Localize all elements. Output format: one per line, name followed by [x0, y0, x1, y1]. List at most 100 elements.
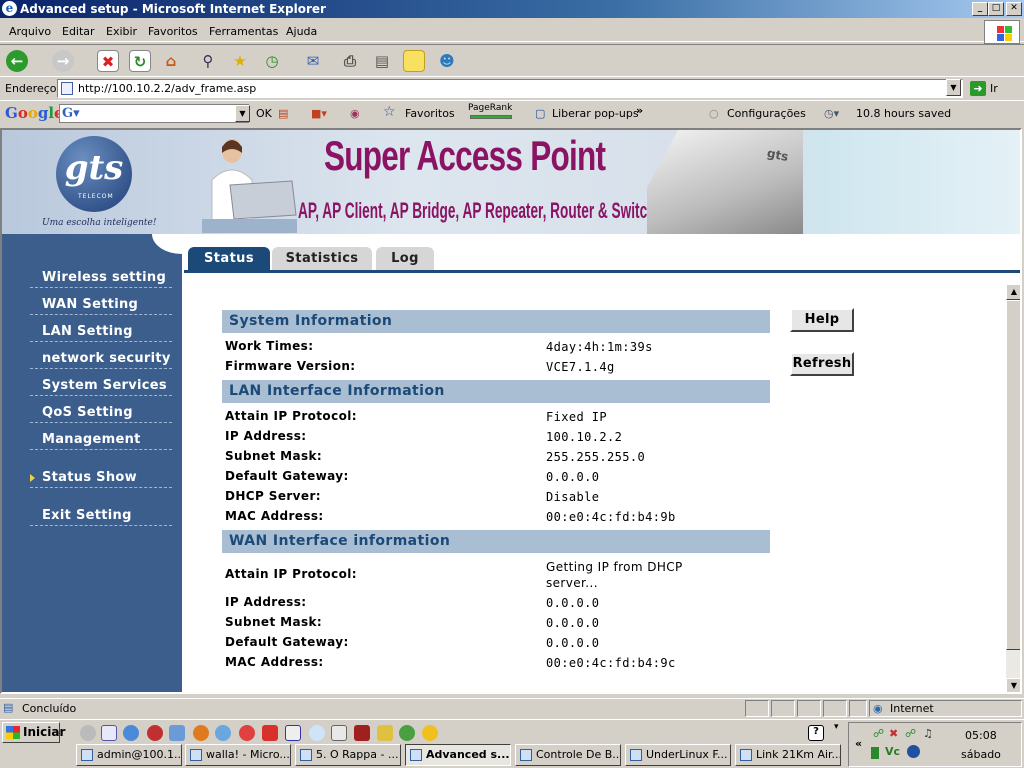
taskbar-item[interactable]: Controle De B... — [515, 744, 621, 766]
back-icon[interactable]: ← — [6, 50, 28, 72]
settings-gear-icon[interactable]: ○ — [709, 107, 719, 120]
quicklaunch-icon[interactable] — [80, 725, 96, 741]
bookmark-star-icon[interactable]: ☆ — [383, 104, 396, 120]
taskbar-item[interactable]: UnderLinux F... — [625, 744, 731, 766]
quicklaunch-icon[interactable] — [309, 725, 325, 741]
sidebar-item-qos-setting[interactable]: QoS Setting — [30, 405, 172, 423]
forward-icon[interactable]: → — [52, 50, 74, 72]
close-button[interactable]: ✕ — [1006, 2, 1022, 16]
quicklaunch-icon[interactable] — [354, 725, 370, 741]
taskbar-grip-icon[interactable]: ▾ — [834, 722, 839, 732]
google-g-icon: G▾ — [62, 106, 80, 121]
scroll-thumb[interactable] — [1006, 300, 1020, 650]
refresh-icon[interactable]: ↻ — [129, 50, 151, 72]
config-button[interactable]: Configurações — [727, 107, 806, 120]
tab-log[interactable]: Log — [376, 247, 434, 271]
sidebar-item-lan-setting[interactable]: LAN Setting — [30, 324, 172, 342]
network-error-icon[interactable]: ✖ — [889, 727, 898, 740]
google-search-dropdown[interactable]: ▼ — [235, 105, 250, 122]
quicklaunch-icon[interactable] — [147, 725, 163, 741]
quicklaunch-icon[interactable] — [399, 725, 415, 741]
menu-editar[interactable]: Editar — [62, 25, 95, 38]
taskbar-item[interactable]: 5. O Rappa - ... — [295, 744, 401, 766]
maximize-button[interactable]: □ — [988, 2, 1004, 16]
minimize-button[interactable]: _ — [972, 2, 988, 16]
popup-blocker-button[interactable]: Liberar pop-ups — [552, 107, 639, 120]
quicklaunch-icon[interactable] — [169, 725, 185, 741]
sidebar-item-wan-setting[interactable]: WAN Setting — [30, 297, 172, 315]
menu-ferramentas[interactable]: Ferramentas — [209, 25, 278, 38]
quicklaunch-icon[interactable] — [239, 725, 255, 741]
edit-icon[interactable]: ▤ — [371, 50, 393, 72]
sidebar-item-network-security[interactable]: network security — [30, 351, 172, 369]
hours-saved-label: 10.8 hours saved — [856, 107, 952, 120]
taskbar-item[interactable]: admin@100.1... — [76, 744, 182, 766]
search-icon[interactable]: ⚲ — [197, 50, 219, 72]
network-icon[interactable]: ☍ — [905, 727, 916, 740]
vertical-scrollbar[interactable]: ▲ ▼ — [1006, 284, 1020, 692]
menu-arquivo[interactable]: Arquivo — [9, 25, 51, 38]
print-icon[interactable]: ⎙ — [339, 50, 361, 72]
quicklaunch-icon[interactable] — [331, 725, 347, 741]
start-button[interactable]: Iniciar — [2, 722, 65, 743]
quicklaunch-icon[interactable] — [101, 725, 117, 741]
gts-logo: gts — [56, 136, 132, 212]
orkut-icon[interactable]: ◉ — [350, 107, 360, 120]
mail-icon[interactable]: ✉ — [302, 50, 324, 72]
battery-icon[interactable] — [871, 747, 879, 759]
tab-statistics[interactable]: Statistics — [272, 247, 372, 271]
field-label: MAC Address: — [225, 655, 324, 669]
volume-icon[interactable]: ♫ — [923, 727, 933, 740]
menu-favoritos[interactable]: Favoritos — [148, 25, 198, 38]
google-search-input[interactable]: G▾ — [59, 104, 249, 123]
address-input[interactable]: http://100.10.2.2/adv_frame.asp — [57, 79, 963, 98]
network-icon[interactable]: ☍ — [873, 727, 884, 740]
more-chevron-icon[interactable]: » — [636, 104, 643, 117]
go-button[interactable]: ➜ Ir — [968, 79, 998, 98]
sidebar-item-status-show[interactable]: Status Show — [30, 470, 172, 488]
quicklaunch-icon[interactable] — [215, 725, 231, 741]
help-button[interactable]: Help — [790, 308, 854, 332]
quicklaunch-icon[interactable] — [285, 725, 301, 741]
security-zone: ◉ Internet — [869, 700, 1022, 717]
address-dropdown-arrow[interactable]: ▼ — [946, 79, 961, 96]
taskbar-item-active[interactable]: Advanced s... — [405, 744, 511, 766]
standard-toolbar: ← → ✖ ↻ ⌂ ⚲ ★ ◷ ✉ ⎙ ▤ ☻ — [0, 44, 1024, 77]
quicklaunch-icon[interactable] — [262, 725, 278, 741]
home-icon[interactable]: ⌂ — [160, 50, 182, 72]
window-title: Advanced setup - Microsoft Internet Expl… — [20, 2, 326, 16]
notes-icon[interactable] — [403, 50, 425, 72]
favorites-star-icon[interactable]: ★ — [229, 50, 251, 72]
quicklaunch-icon[interactable] — [422, 725, 438, 741]
news-icon[interactable]: ▤ — [278, 107, 288, 120]
stop-icon[interactable]: ✖ — [97, 50, 119, 72]
popup-blocker-icon[interactable]: ▢ — [535, 107, 545, 120]
sidebar-item-exit-setting[interactable]: Exit Setting — [30, 508, 172, 526]
header-banner: gts TELECOM Uma escolha inteligente! Sup… — [2, 130, 1020, 234]
quicklaunch-icon[interactable] — [123, 725, 139, 741]
sidebar-item-management[interactable]: Management — [30, 432, 172, 450]
sidebar-item-system-services[interactable]: System Services — [30, 378, 172, 396]
taskbar-item[interactable]: Link 21Km Air... — [735, 744, 841, 766]
app-tray-icon[interactable] — [907, 745, 920, 758]
taskbar-item[interactable]: walla! - Micro... — [185, 744, 291, 766]
history-icon[interactable]: ◷ — [261, 50, 283, 72]
menu-exibir[interactable]: Exibir — [106, 25, 137, 38]
autofill-icon[interactable]: ■▾ — [311, 107, 327, 120]
tab-status[interactable]: Status — [188, 247, 270, 271]
vc-icon[interactable]: Vc — [885, 745, 900, 758]
refresh-button[interactable]: Refresh — [790, 352, 854, 376]
google-ok-button[interactable]: OK — [256, 107, 272, 120]
timer-icon[interactable]: ◷▾ — [824, 107, 839, 120]
quicklaunch-icon[interactable] — [377, 725, 393, 741]
field-label: Subnet Mask: — [225, 449, 323, 463]
sidebar-item-wireless-setting[interactable]: Wireless setting — [30, 270, 172, 288]
tray-expand-button[interactable]: « — [855, 737, 862, 750]
google-favoritos-button[interactable]: Favoritos — [405, 107, 455, 120]
scroll-down-arrow-icon[interactable]: ▼ — [1006, 678, 1020, 692]
scroll-up-arrow-icon[interactable]: ▲ — [1006, 284, 1020, 300]
menu-ajuda[interactable]: Ajuda — [286, 25, 317, 38]
quicklaunch-icon[interactable] — [193, 725, 209, 741]
messenger-icon[interactable]: ☻ — [436, 50, 458, 72]
help-icon[interactable]: ? — [808, 725, 824, 741]
